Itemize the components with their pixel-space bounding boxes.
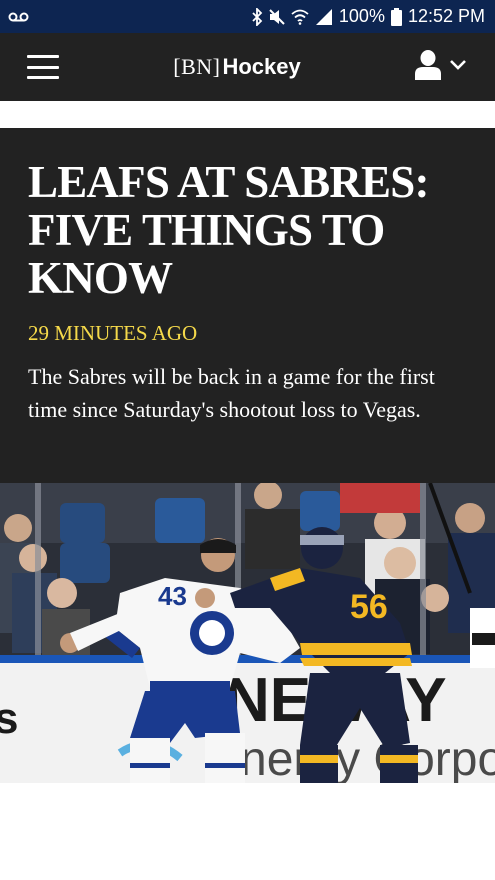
app-logo[interactable]: [BN] Hockey	[173, 54, 301, 80]
logo-bracket: [BN]	[173, 54, 221, 79]
bluetooth-icon	[251, 7, 263, 26]
content-below-photo	[0, 798, 495, 880]
account-menu-button[interactable]	[415, 49, 467, 85]
article-photo[interactable]: s NEWAY nergy Corpo 43	[0, 483, 495, 798]
hockey-fight-illustration: s NEWAY nergy Corpo 43	[0, 483, 495, 798]
hamburger-menu-icon[interactable]	[27, 55, 59, 79]
logo-text: Hockey	[222, 54, 301, 79]
article-summary: The Sabres will be back in a game for th…	[28, 364, 435, 422]
header-spacer	[0, 101, 495, 128]
mute-icon	[269, 8, 285, 25]
headline-line: KNOW	[28, 253, 173, 303]
board-fragment: s	[0, 694, 18, 743]
headline-line: FIVE THINGS TO	[28, 205, 385, 255]
sabres-jersey-number: 56	[350, 588, 388, 626]
wifi-icon	[291, 9, 309, 25]
leafs-jersey-number: 43	[158, 581, 187, 611]
headline-line: LEAFS AT SABRES:	[28, 157, 429, 207]
board-sponsor-subtext: nergy Corpo	[240, 733, 495, 786]
chevron-down-icon	[449, 58, 467, 76]
app-bar: [BN] Hockey	[0, 33, 495, 101]
account-icon	[415, 49, 441, 85]
battery-icon	[390, 7, 402, 26]
signal-icon	[315, 8, 333, 25]
voicemail-icon	[8, 11, 30, 23]
status-bar: 100% 12:52 PM	[0, 0, 495, 33]
article-header[interactable]: LEAFS AT SABRES: FIVE THINGS TO KNOW 29 …	[0, 128, 495, 483]
battery-percentage: 100%	[338, 6, 385, 26]
article-timestamp: 29 MINUTES AGO	[28, 321, 198, 345]
article-headline: LEAFS AT SABRES: FIVE THINGS TO KNOW	[28, 158, 467, 302]
clock: 12:52 PM	[407, 6, 485, 26]
